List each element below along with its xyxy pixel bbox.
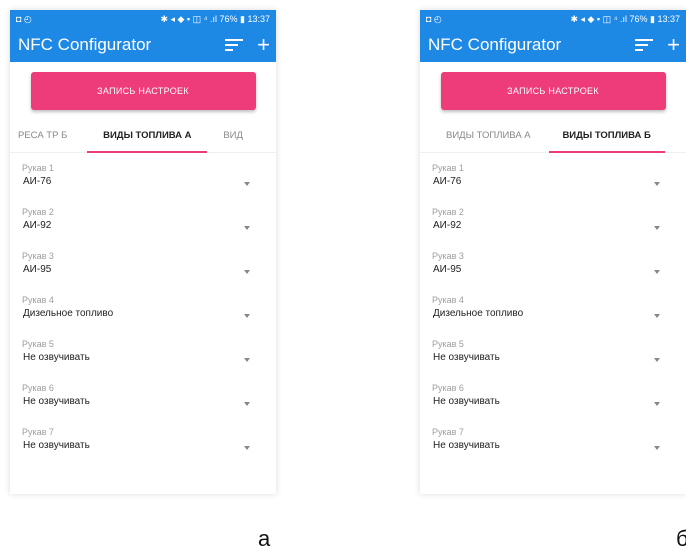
tab-item[interactable]: ВИДЫ ТОПЛИВА А [438, 118, 539, 152]
field-value: АИ-95 [433, 264, 462, 275]
app-title: NFC Configurator [428, 35, 562, 54]
dropdown-field[interactable]: Рукав 6 Не озвучивать [432, 379, 674, 423]
chevron-down-icon [654, 226, 660, 230]
field-value: Не озвучивать [433, 396, 500, 407]
field-label: Рукав 2 [22, 207, 54, 217]
field-value: Не озвучивать [433, 352, 500, 363]
write-settings-button[interactable]: ЗАПИСЬ НАСТРОЕК [30, 72, 256, 110]
dropdown-field[interactable]: Рукав 4 Дизельное топливо [22, 291, 264, 335]
field-label: Рукав 4 [432, 295, 464, 305]
chevron-down-icon [654, 270, 660, 274]
dropdown-field[interactable]: Рукав 2 АИ-92 [22, 203, 264, 247]
field-label: Рукав 1 [22, 163, 54, 173]
field-value: АИ-92 [23, 220, 52, 231]
field-label: Рукав 5 [22, 339, 54, 349]
field-label: Рукав 6 [432, 383, 464, 393]
status-bar: ◘ ◴ ✱ ◂ ◆ ▪ ◫ ⁴ .ıl 76% ▮ 13:37 [10, 10, 276, 28]
dropdown-field[interactable]: Рукав 4 Дизельное топливо [432, 291, 674, 335]
dropdown-field[interactable]: Рукав 7 Не озвучивать [22, 423, 264, 467]
status-bar: ◘ ◴ ✱ ◂ ◆ ▪ ◫ ⁴ .ıl 76% ▮ 13:37 [420, 10, 686, 28]
field-value: АИ-76 [433, 176, 462, 187]
chevron-down-icon [654, 314, 660, 318]
field-label: Рукав 1 [432, 163, 464, 173]
tab-bar: ВИДЫ ТОПЛИВА А ВИДЫ ТОПЛИВА Б [420, 118, 686, 153]
tab-item-active[interactable]: ВИДЫ ТОПЛИВА Б [547, 118, 667, 153]
chevron-down-icon [654, 402, 660, 406]
dropdown-field[interactable]: Рукав 2 АИ-92 [432, 203, 674, 247]
figure-caption-a: а [258, 526, 271, 551]
sort-icon[interactable] [635, 39, 654, 51]
status-right: ✱ ◂ ◆ ▪ ◫ ⁴ .ıl 76% ▮ 13:37 [160, 13, 270, 24]
chevron-down-icon [244, 270, 250, 274]
phone-screen-a: ◘ ◴ ✱ ◂ ◆ ▪ ◫ ⁴ .ıl 76% ▮ 13:37 NFC Conf… [10, 10, 276, 494]
plus-icon[interactable]: + [257, 34, 270, 56]
tab-item[interactable]: РЕСА ТР Б [10, 118, 75, 152]
field-label: Рукав 2 [432, 207, 464, 217]
field-list: Рукав 1 АИ-76 Рукав 2 АИ-92 Рукав 3 АИ-9… [420, 153, 686, 467]
field-value: Дизельное топливо [23, 308, 114, 319]
chevron-down-icon [244, 314, 250, 318]
field-value: Не озвучивать [23, 440, 90, 451]
chevron-down-icon [654, 446, 660, 450]
field-label: Рукав 4 [22, 295, 54, 305]
field-value: АИ-95 [23, 264, 52, 275]
field-label: Рукав 7 [22, 427, 54, 437]
field-value: Не озвучивать [23, 396, 90, 407]
chevron-down-icon [244, 182, 250, 186]
dropdown-field[interactable]: Рукав 5 Не озвучивать [432, 335, 674, 379]
dropdown-field[interactable]: Рукав 1 АИ-76 [22, 159, 264, 203]
field-value: Дизельное топливо [433, 308, 524, 319]
field-label: Рукав 3 [432, 251, 464, 261]
dropdown-field[interactable]: Рукав 3 АИ-95 [22, 247, 264, 291]
dropdown-field[interactable]: Рукав 3 АИ-95 [432, 247, 674, 291]
status-right: ✱ ◂ ◆ ▪ ◫ ⁴ .ıl 76% ▮ 13:37 [570, 13, 680, 24]
app-bar: NFC Configurator + [10, 28, 276, 62]
phone-screen-b: ◘ ◴ ✱ ◂ ◆ ▪ ◫ ⁴ .ıl 76% ▮ 13:37 NFC Conf… [420, 10, 686, 494]
tab-item-active[interactable]: ВИДЫ ТОПЛИВА А [85, 118, 209, 153]
dropdown-field[interactable]: Рукав 5 Не озвучивать [22, 335, 264, 379]
chevron-down-icon [244, 226, 250, 230]
dropdown-field[interactable]: Рукав 6 Не озвучивать [22, 379, 264, 423]
tab-bar: РЕСА ТР Б ВИДЫ ТОПЛИВА А ВИД [10, 118, 276, 153]
field-label: Рукав 6 [22, 383, 54, 393]
figure-caption-b: б [676, 526, 686, 551]
field-label: Рукав 5 [432, 339, 464, 349]
dropdown-field[interactable]: Рукав 7 Не озвучивать [432, 423, 674, 467]
field-label: Рукав 3 [22, 251, 54, 261]
chevron-down-icon [654, 358, 660, 362]
field-list: Рукав 1 АИ-76 Рукав 2 АИ-92 Рукав 3 АИ-9… [10, 153, 276, 467]
field-value: АИ-92 [433, 220, 462, 231]
status-left: ◘ ◴ [16, 13, 32, 24]
plus-icon[interactable]: + [667, 34, 680, 56]
field-value: Не озвучивать [433, 440, 500, 451]
field-label: Рукав 7 [432, 427, 464, 437]
sort-icon[interactable] [225, 39, 244, 51]
field-value: АИ-76 [23, 176, 52, 187]
chevron-down-icon [244, 358, 250, 362]
dropdown-field[interactable]: Рукав 1 АИ-76 [432, 159, 674, 203]
chevron-down-icon [654, 182, 660, 186]
app-bar: NFC Configurator + [420, 28, 686, 62]
chevron-down-icon [244, 402, 250, 406]
chevron-down-icon [244, 446, 250, 450]
field-value: Не озвучивать [23, 352, 90, 363]
tab-item[interactable]: ВИД [215, 118, 251, 152]
write-settings-button[interactable]: ЗАПИСЬ НАСТРОЕК [440, 72, 666, 110]
status-left: ◘ ◴ [426, 13, 442, 24]
app-title: NFC Configurator [18, 35, 152, 54]
